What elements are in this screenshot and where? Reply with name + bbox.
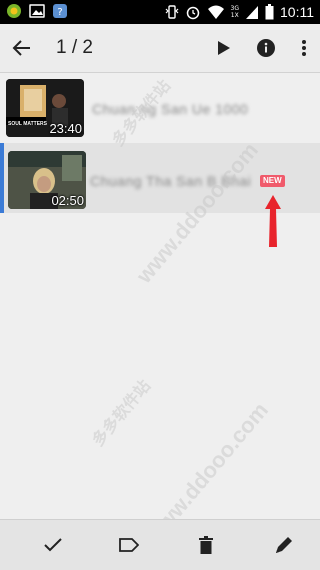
select-button[interactable]: [41, 533, 65, 557]
page-indicator: 1 / 2: [56, 37, 93, 58]
video-thumbnail: 02:50: [8, 151, 86, 209]
system-icons: 3G 1X 10:11: [165, 3, 314, 21]
play-button[interactable]: [212, 36, 236, 60]
video-duration: 23:40: [49, 121, 82, 136]
more-options-button[interactable]: [292, 36, 316, 60]
bottom-action-bar: [0, 519, 320, 570]
status-time: 10:11: [280, 4, 314, 20]
new-badge: NEW: [260, 175, 285, 187]
network-type-label-secondary: 1X: [230, 12, 239, 19]
thumbnail-caption: SOUL MATTERS: [8, 121, 47, 127]
network-type-label: 3G: [230, 5, 239, 12]
signal-icon: [246, 6, 258, 19]
annotation-arrow-icon: [265, 195, 281, 247]
delete-button[interactable]: [194, 533, 218, 557]
wifi-icon: [207, 5, 224, 19]
svg-text:?: ?: [57, 7, 62, 18]
delete-icon: [199, 536, 213, 554]
toolbar: 1 / 2: [0, 24, 320, 73]
label-button[interactable]: [117, 533, 141, 557]
status-bar: ? 3G 1X 10:11: [0, 0, 320, 24]
notification-icons: ?: [6, 3, 68, 19]
back-button[interactable]: [10, 36, 34, 60]
app-icon: ?: [53, 4, 67, 18]
app-notification-icon: [7, 4, 21, 18]
video-title: Chuan ng San Ue 1000: [92, 101, 249, 117]
info-button[interactable]: [254, 36, 278, 60]
label-icon: [119, 538, 139, 552]
network-type-indicator: 3G 1X: [231, 5, 239, 19]
video-duration: 02:50: [51, 193, 84, 208]
video-thumbnail: SOUL MATTERS 23:40: [6, 79, 84, 137]
check-icon: [44, 538, 62, 552]
alarm-icon: [186, 6, 199, 20]
vibrate-icon: [165, 5, 178, 19]
back-arrow-icon: [12, 40, 30, 56]
watermark: 多多软件站: [89, 377, 155, 450]
more-vert-icon: [302, 40, 306, 56]
play-icon: [218, 41, 230, 55]
image-icon: [29, 4, 45, 18]
edit-icon: [276, 537, 292, 553]
battery-icon: [265, 4, 274, 20]
info-icon: [257, 39, 275, 57]
edit-button[interactable]: [272, 533, 296, 557]
